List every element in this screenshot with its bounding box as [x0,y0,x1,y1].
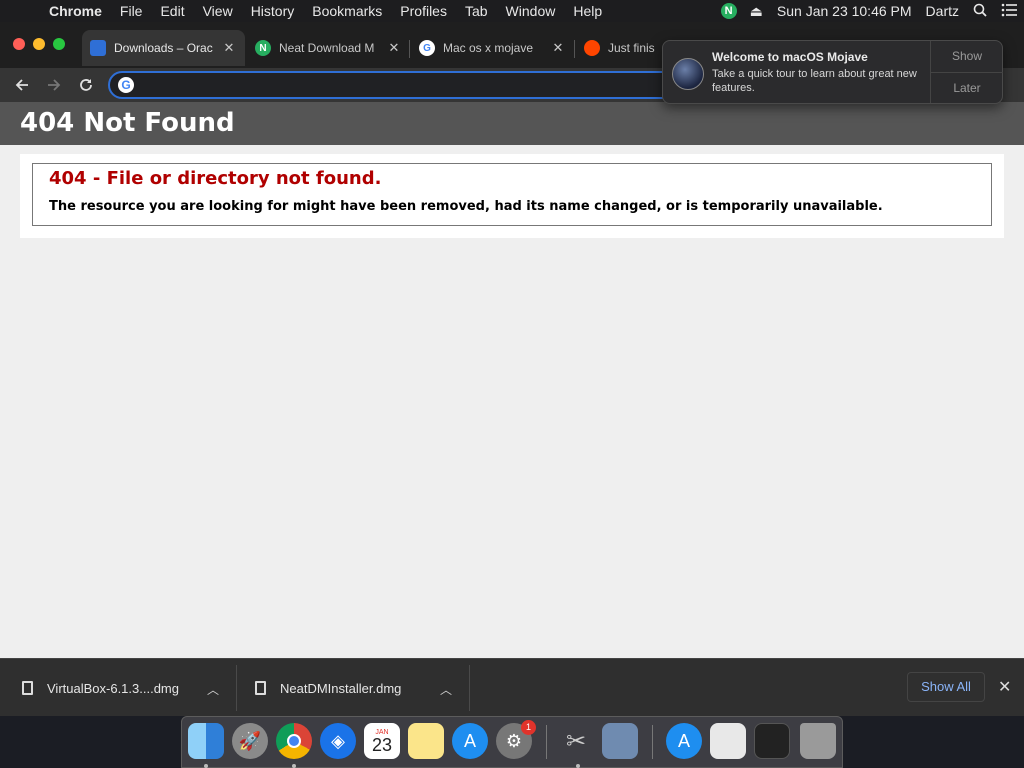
close-tab-icon[interactable]: ✕ [550,40,566,56]
menu-window[interactable]: Window [497,0,565,22]
reddit-favicon-icon [584,40,600,56]
trash-icon[interactable] [800,723,836,759]
tab-separator [574,40,575,58]
finder-icon[interactable] [188,723,224,759]
chevron-up-icon[interactable]: ︿ [440,681,452,698]
reload-icon[interactable] [74,73,98,97]
notification-show-button[interactable]: Show [931,41,1003,72]
macos-mojave-icon [672,58,704,90]
menu-view[interactable]: View [194,0,242,22]
neat-favicon-icon: N [255,40,271,56]
close-window-button[interactable] [13,38,25,50]
eject-icon[interactable]: ⏏ [743,3,770,20]
menu-app-name[interactable]: Chrome [40,0,111,22]
system-preferences-icon[interactable]: ⚙ 1 [496,720,536,759]
notification-later-button[interactable]: Later [931,73,1003,104]
address-bar[interactable]: G [108,71,708,99]
tab-reddit[interactable]: Just finis [576,30,664,66]
terminal-window-icon[interactable] [754,723,790,759]
download-filename: NeatDMInstaller.dmg [280,680,402,696]
shelf-separator [469,665,470,711]
document-icon[interactable] [710,723,746,759]
close-tab-icon[interactable]: ✕ [386,40,402,56]
error-box: 404 - File or directory not found. The r… [32,163,992,226]
zoom-window-button[interactable] [53,38,65,50]
minimize-window-button[interactable] [33,38,45,50]
google-favicon-icon: G [419,40,435,56]
neat-download-status-icon[interactable]: N [720,3,737,19]
calendar-day: 23 [371,734,393,755]
error-title: 404 - File or directory not found. [49,168,382,189]
notes-icon[interactable] [408,723,444,759]
running-indicator [292,764,296,768]
safari-icon[interactable]: ◈ [320,723,356,759]
menu-history[interactable]: History [242,0,304,22]
download-item[interactable]: VirtualBox-6.1.3....dmg [22,659,179,717]
menu-help[interactable]: Help [564,0,611,22]
menu-bar: Chrome File Edit View History Bookmarks … [0,0,1024,22]
forward-arrow-icon[interactable] [42,73,66,97]
running-indicator [204,764,208,768]
chevron-up-icon[interactable]: ︿ [207,681,219,698]
dock-separator [652,725,653,759]
content-container: 404 - File or directory not found. The r… [20,154,1004,238]
clock[interactable]: Sun Jan 23 10:46 PM [770,3,919,19]
dock-separator [546,725,547,759]
dock: 🚀 ◈ JAN 23 A ⚙ 1 ✂ A [181,716,843,768]
page-header-404: 404 Not Found [0,102,1024,145]
tab-title: Mac os x mojave [443,41,534,55]
menu-tab[interactable]: Tab [456,0,497,22]
file-icon [255,681,266,695]
tab-separator [409,40,410,58]
download-filename: VirtualBox-6.1.3....dmg [47,680,179,696]
chrome-icon[interactable] [276,723,312,759]
tab-mac-os-mojave-search[interactable]: G Mac os x mojave ✕ [411,30,574,66]
running-indicator [576,764,580,768]
tab-downloads-oracle[interactable]: Downloads – Orac ✕ [82,30,245,66]
utilities-tools-icon[interactable]: ✂ [558,723,594,759]
spotlight-search-icon[interactable] [966,3,994,20]
notification-badge: 1 [521,720,536,735]
back-arrow-icon[interactable] [10,73,34,97]
tab-title: Neat Download M [279,41,375,55]
tab-title: Downloads – Orac [114,41,213,55]
menu-bookmarks[interactable]: Bookmarks [303,0,391,22]
menu-profiles[interactable]: Profiles [391,0,456,22]
menu-edit[interactable]: Edit [151,0,193,22]
app-store-icon[interactable]: A [452,723,488,759]
close-download-shelf-icon[interactable]: ✕ [998,677,1011,697]
download-item[interactable]: NeatDMInstaller.dmg [255,659,401,717]
close-tab-icon[interactable]: ✕ [221,40,237,56]
notification-center-icon[interactable] [994,3,1024,20]
menu-file[interactable]: File [111,0,152,22]
launchpad-icon[interactable]: 🚀 [232,723,268,759]
tab-title: Just finis [608,41,655,55]
oracle-favicon-icon [90,40,106,56]
download-shelf: VirtualBox-6.1.3....dmg ︿ NeatDMInstalle… [0,658,1024,716]
user-name[interactable]: Dartz [919,3,966,19]
shelf-separator [236,665,237,711]
file-icon [22,681,33,695]
tab-neat-download-manager[interactable]: N Neat Download M ✕ [247,30,410,66]
error-description: The resource you are looking for might h… [49,199,883,214]
calendar-icon[interactable]: JAN 23 [364,723,400,759]
page-content: 404 Not Found 404 - File or directory no… [0,102,1024,658]
notification-title: Welcome to macOS Mojave [712,50,868,64]
google-icon: G [118,77,134,93]
mojave-welcome-notification[interactable]: Welcome to macOS Mojave Take a quick tou… [662,40,1003,104]
app-store-installer-icon[interactable]: A [666,723,702,759]
show-all-downloads-button[interactable]: Show All [907,672,985,702]
notification-body: Take a quick tour to learn about great n… [712,68,917,94]
preview-icon[interactable] [602,723,638,759]
